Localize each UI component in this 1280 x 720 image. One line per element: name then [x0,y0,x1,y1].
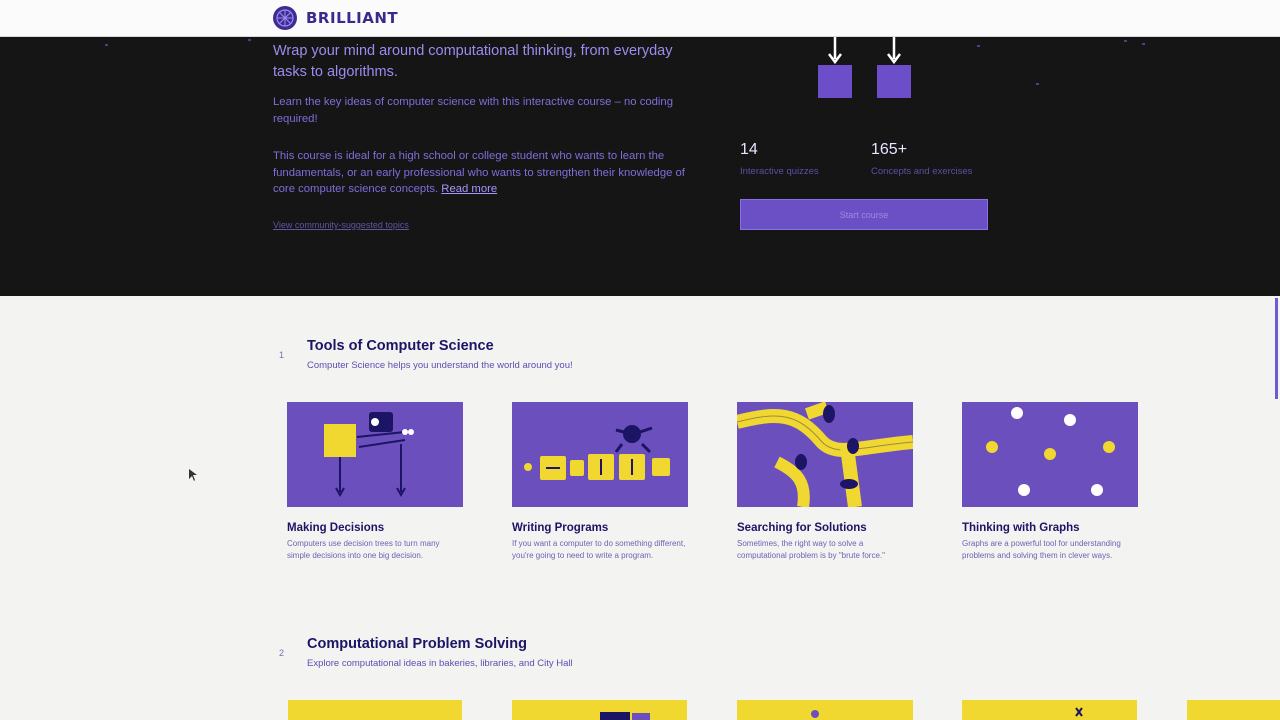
read-more-link[interactable]: Read more [441,183,497,195]
pipes-icon [737,402,913,507]
section-subtitle: Computer Science helps you understand th… [307,360,573,371]
top-navigation: BRILLIANT [0,0,1280,37]
card-title: Thinking with Graphs [962,522,1080,534]
decorative-dot [105,44,108,46]
course-card[interactable] [1187,700,1280,720]
community-topics-link[interactable]: View community-suggested topics [273,220,409,230]
mouse-cursor-icon [189,469,197,481]
stat-quizzes-value: 14 [740,141,758,158]
decorative-dot [977,45,980,47]
down-arrow-icon [887,37,901,65]
course-hero: Wrap your mind around computational thin… [0,37,1280,296]
brand-name: BRILLIANT [306,9,399,27]
chapter-number: 2 [279,648,285,658]
card-title: Making Decisions [287,522,385,534]
course-card-thinking-with-graphs[interactable]: Thinking with Graphs Graphs are a powerf… [962,402,1138,561]
section-title: Tools of Computer Science [307,338,494,354]
section-subtitle: Explore computational ideas in bakeries,… [307,658,573,669]
decorative-dot [1124,40,1127,42]
card-illustration [1075,707,1083,717]
scrollbar-thumb[interactable] [1275,298,1278,399]
stat-concepts-label: Concepts and exercises [871,166,973,177]
decorative-dot [1142,43,1145,45]
card-title: Searching for Solutions [737,522,867,534]
course-card-writing-programs[interactable]: Writing Programs If you want a computer … [512,402,688,561]
stat-concepts-value: 165+ [871,141,908,158]
card-description: Graphs are a powerful tool for understan… [962,539,1121,560]
card-description: Sometimes, the right way to solve a comp… [737,539,885,560]
card-illustration [737,402,913,507]
illustration-box [818,65,852,98]
hero-tagline: Wrap your mind around computational thin… [273,43,673,80]
brilliant-logo[interactable]: BRILLIANT [272,5,398,31]
card-illustration [600,712,650,720]
start-course-button[interactable]: Start course [740,199,988,230]
brilliant-logo-icon [273,6,297,30]
chapter-number: 1 [279,350,285,360]
graph-nodes-icon [986,407,1115,496]
course-card[interactable] [737,700,913,720]
down-arrow-icon [828,37,842,65]
stat-quizzes-label: Interactive quizzes [740,166,819,177]
course-card-making-decisions[interactable]: Making Decisions Computers use decision … [287,402,463,561]
card-illustration [512,402,688,507]
hero-intro: Learn the key ideas of computer science … [273,96,674,125]
decorative-dot [1036,83,1039,85]
decorative-dot [248,39,251,41]
card-description: If you want a computer to do something d… [512,539,686,560]
course-card-searching-for-solutions[interactable]: Searching for Solutions Sometimes, the r… [737,402,913,561]
decision-tree-robot-icon [324,412,414,498]
course-card[interactable] [512,700,687,720]
program-blocks-icon [524,425,670,480]
hero-description: This course is ideal for a high school o… [273,148,693,198]
card-illustration [287,402,463,507]
course-card[interactable] [288,700,462,720]
card-illustration [962,402,1138,507]
illustration-box [877,65,911,98]
card-illustration [811,710,819,718]
section-title: Computational Problem Solving [307,636,527,652]
card-description: Computers use decision trees to turn man… [287,539,440,560]
course-card[interactable] [962,700,1137,720]
card-title: Writing Programs [512,522,609,534]
